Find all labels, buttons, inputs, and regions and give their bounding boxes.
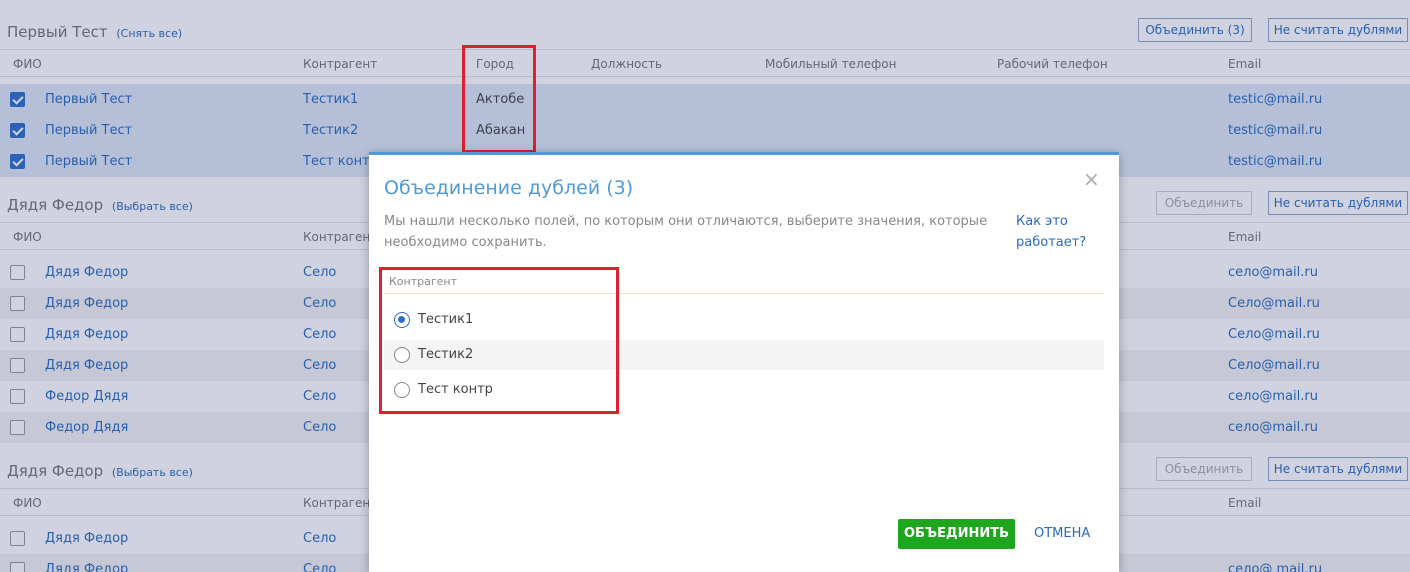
how-it-works-link[interactable]: Как это работает?: [1016, 211, 1096, 253]
cancel-button[interactable]: ОТМЕНА: [1034, 526, 1090, 541]
merge-button[interactable]: ОБЪЕДИНИТЬ: [898, 519, 1015, 549]
options-highlight: [379, 267, 619, 414]
close-icon[interactable]: ×: [1083, 169, 1100, 189]
dialog-description: Мы нашли несколько полей, по которым они…: [384, 214, 988, 250]
city-column-highlight: [462, 45, 536, 153]
dialog-title: Объединение дублей (3): [384, 177, 634, 199]
merge-duplicates-dialog: Объединение дублей (3) × Мы нашли нескол…: [369, 152, 1119, 572]
